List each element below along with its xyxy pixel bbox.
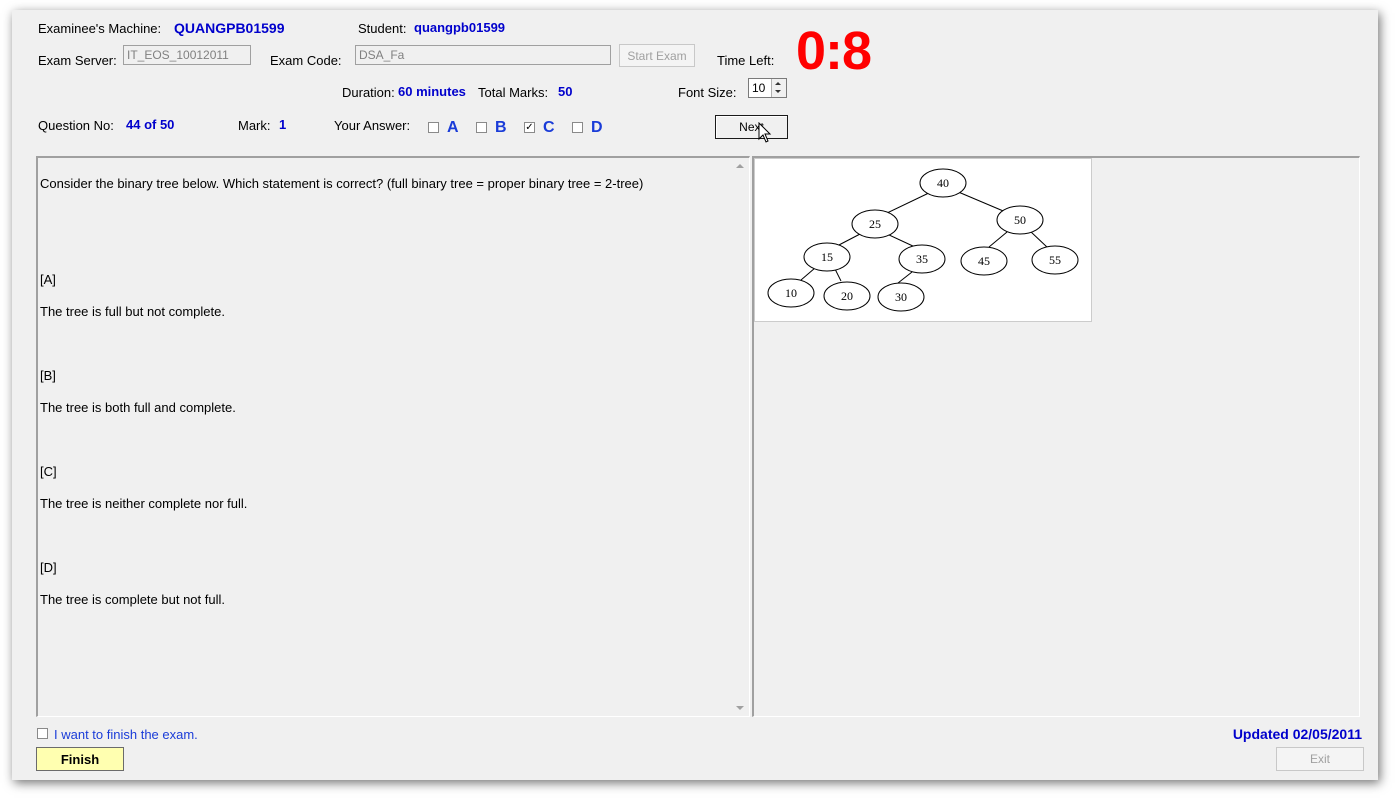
exam-code-field: DSA_Fa bbox=[355, 45, 611, 65]
updated-date: Updated 02/05/2011 bbox=[1232, 726, 1362, 742]
mark-label: Mark: bbox=[238, 118, 271, 133]
server-field: IT_EOS_10012011 bbox=[123, 45, 251, 65]
font-size-stepper[interactable]: 10 bbox=[748, 78, 787, 98]
image-panel: 40 25 50 15 35 45 55 10 20 30 bbox=[752, 156, 1360, 717]
option-a-label[interactable]: A bbox=[447, 119, 459, 137]
answer-a-text: The tree is full but not complete. bbox=[40, 304, 225, 319]
exam-window: Examinee's Machine: QUANGPB01599 Student… bbox=[12, 10, 1378, 780]
question-no-label: Question No: bbox=[38, 118, 114, 133]
finish-button[interactable]: Finish bbox=[36, 747, 124, 771]
font-size-arrows[interactable] bbox=[771, 79, 786, 97]
scroll-up-icon[interactable] bbox=[736, 164, 744, 168]
student-value: quangpb01599 bbox=[414, 20, 506, 35]
tree-node-10: 10 bbox=[785, 286, 797, 300]
tree-node-40: 40 bbox=[937, 176, 949, 190]
tree-node-15: 15 bbox=[821, 250, 833, 264]
option-d-label[interactable]: D bbox=[591, 119, 603, 137]
question-scrollbar[interactable] bbox=[732, 158, 749, 716]
binary-tree-diagram: 40 25 50 15 35 45 55 10 20 30 bbox=[767, 168, 1079, 312]
scroll-down-icon[interactable] bbox=[736, 706, 744, 710]
duration-value: 60 minutes bbox=[398, 84, 466, 99]
answer-d-tag: [D] bbox=[40, 560, 57, 575]
duration-label: Duration: bbox=[342, 85, 395, 100]
total-marks-value: 50 bbox=[558, 84, 573, 99]
tree-node-20: 20 bbox=[841, 289, 853, 303]
time-left-value: 0:8 bbox=[796, 21, 872, 81]
total-marks-label: Total Marks: bbox=[478, 85, 549, 100]
answer-d-text: The tree is complete but not full. bbox=[40, 592, 225, 607]
option-b-label[interactable]: B bbox=[495, 119, 507, 137]
machine-value: QUANGPB01599 bbox=[174, 20, 285, 36]
answer-c-tag: [C] bbox=[40, 464, 57, 479]
tree-image: 40 25 50 15 35 45 55 10 20 30 bbox=[754, 158, 1092, 322]
option-b-checkbox[interactable] bbox=[476, 122, 487, 133]
tree-node-55: 55 bbox=[1049, 253, 1061, 267]
arrow-up-icon[interactable] bbox=[775, 82, 781, 85]
tree-node-30: 30 bbox=[895, 290, 907, 304]
font-size-value: 10 bbox=[752, 81, 766, 95]
start-exam-button[interactable]: Start Exam bbox=[619, 44, 695, 67]
code-label: Exam Code: bbox=[270, 53, 342, 68]
answer-b-text: The tree is both full and complete. bbox=[40, 400, 236, 415]
question-no-value: 44 of 50 bbox=[126, 117, 175, 132]
option-a-checkbox[interactable] bbox=[428, 122, 439, 133]
tree-node-35: 35 bbox=[916, 252, 928, 266]
finish-exam-label[interactable]: I want to finish the exam. bbox=[54, 727, 198, 742]
mark-value: 1 bbox=[279, 117, 287, 132]
arrow-down-icon[interactable] bbox=[775, 90, 781, 93]
answer-a-tag: [A] bbox=[40, 272, 56, 287]
tree-node-25: 25 bbox=[869, 217, 881, 231]
question-stem: Consider the binary tree below. Which st… bbox=[40, 176, 644, 191]
option-d-checkbox[interactable] bbox=[572, 122, 583, 133]
mouse-cursor-icon bbox=[758, 122, 772, 143]
font-size-label: Font Size: bbox=[678, 85, 737, 100]
checkmark-icon: ✓ bbox=[525, 122, 534, 133]
question-text: Consider the binary tree below. Which st… bbox=[40, 160, 731, 624]
option-c-label[interactable]: C bbox=[543, 119, 555, 137]
answer-c-text: The tree is neither complete nor full. bbox=[40, 496, 248, 511]
time-left-label: Time Left: bbox=[717, 53, 775, 68]
server-label: Exam Server: bbox=[38, 53, 117, 68]
tree-node-50: 50 bbox=[1014, 213, 1026, 227]
finish-exam-checkbox[interactable] bbox=[37, 728, 48, 739]
student-label: Student: bbox=[358, 21, 407, 36]
your-answer-label: Your Answer: bbox=[334, 118, 411, 133]
question-panel: Consider the binary tree below. Which st… bbox=[36, 156, 750, 717]
next-button[interactable]: Next bbox=[715, 115, 788, 139]
answer-b-tag: [B] bbox=[40, 368, 56, 383]
exit-button[interactable]: Exit bbox=[1276, 747, 1364, 771]
machine-label: Examinee's Machine: bbox=[38, 21, 162, 36]
option-c-checkbox[interactable]: ✓ bbox=[524, 122, 535, 133]
tree-node-45: 45 bbox=[978, 254, 990, 268]
